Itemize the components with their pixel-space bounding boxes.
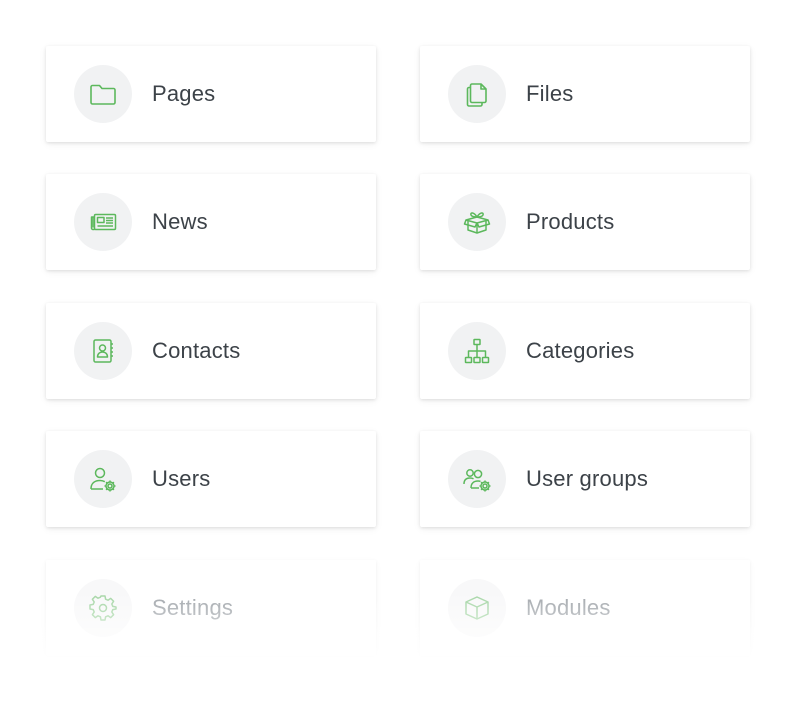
address-book-icon <box>93 339 113 363</box>
tile-user-groups[interactable]: User groups <box>420 431 750 527</box>
users-gear-icon <box>463 469 491 492</box>
tile-pages[interactable]: Pages <box>46 46 376 142</box>
tile-label: Categories <box>526 338 635 363</box>
tile-icon-circle <box>448 193 506 251</box>
tile-icon-circle <box>448 579 506 637</box>
tile-label: Modules <box>526 595 611 620</box>
sitemap-icon <box>464 338 490 364</box>
tile-icon-circle <box>448 322 506 380</box>
tile-label: Settings <box>152 595 234 620</box>
tile-contacts[interactable]: Contacts <box>46 303 376 399</box>
user-gear-icon <box>90 467 116 492</box>
tile-label: News <box>152 209 208 234</box>
tile-icon-circle <box>448 450 506 508</box>
tile-label: Products <box>526 209 615 234</box>
tile-icon-circle <box>74 322 132 380</box>
tile-label: Contacts <box>152 338 241 363</box>
tile-label: Pages <box>152 81 216 106</box>
tile-label: User groups <box>526 466 649 491</box>
tile-products[interactable]: Products <box>420 174 750 270</box>
tile-users[interactable]: Users <box>46 431 376 527</box>
gift-box-icon <box>463 212 491 234</box>
tile-icon-circle <box>448 65 506 123</box>
cube-icon <box>465 596 489 620</box>
tile-icon-circle <box>74 65 132 123</box>
tile-modules[interactable]: Modules <box>420 560 750 656</box>
tile-label: Users <box>152 466 211 491</box>
tile-label: Files <box>526 81 574 106</box>
files-icon <box>466 83 487 107</box>
tile-news[interactable]: News <box>46 174 376 270</box>
tile-files[interactable]: Files <box>420 46 750 142</box>
folder-icon <box>90 84 116 105</box>
tile-settings[interactable]: Settings <box>46 560 376 656</box>
dashboard-tile-grid: Pages Files News Products Contacts Categ… <box>0 0 796 702</box>
tile-categories[interactable]: Categories <box>420 303 750 399</box>
tile-icon-circle <box>74 579 132 637</box>
tile-icon-circle <box>74 193 132 251</box>
gear-icon <box>89 595 117 621</box>
newspaper-icon <box>90 213 117 231</box>
tile-icon-circle <box>74 450 132 508</box>
